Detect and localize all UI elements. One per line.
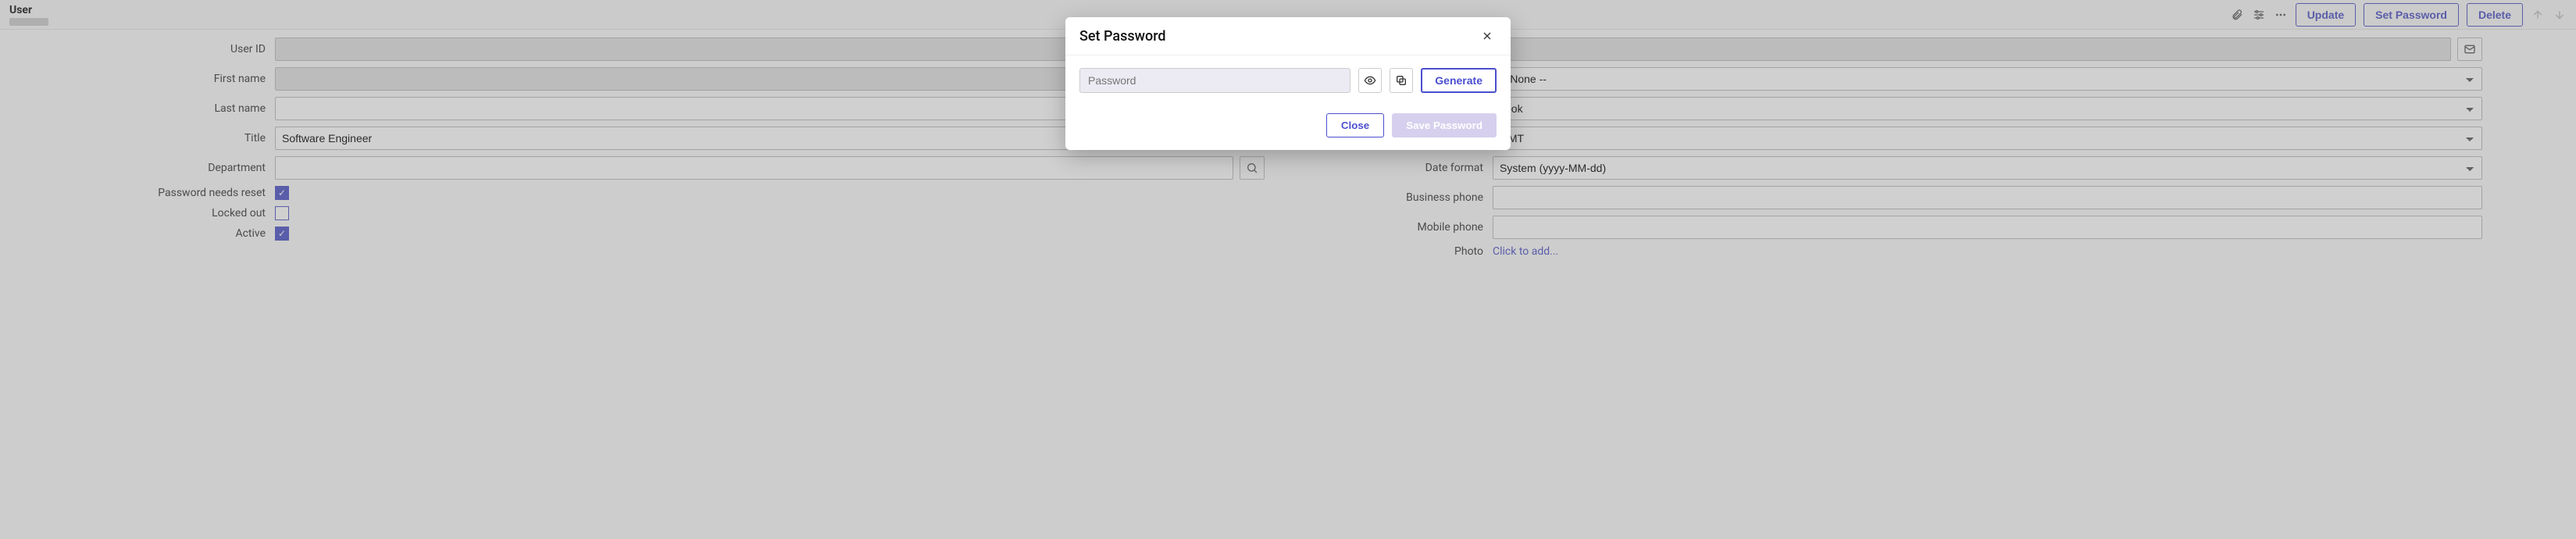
- modal-title: Set Password: [1079, 28, 1166, 45]
- password-input[interactable]: [1079, 68, 1350, 93]
- generate-button[interactable]: Generate: [1421, 68, 1497, 93]
- eye-icon[interactable]: [1358, 68, 1382, 93]
- set-password-modal: Set Password Generate Close Save Passwor…: [1065, 17, 1511, 150]
- close-icon[interactable]: [1478, 27, 1497, 45]
- close-button[interactable]: Close: [1326, 113, 1384, 137]
- save-password-button[interactable]: Save Password: [1392, 113, 1497, 137]
- copy-icon[interactable]: [1390, 68, 1413, 93]
